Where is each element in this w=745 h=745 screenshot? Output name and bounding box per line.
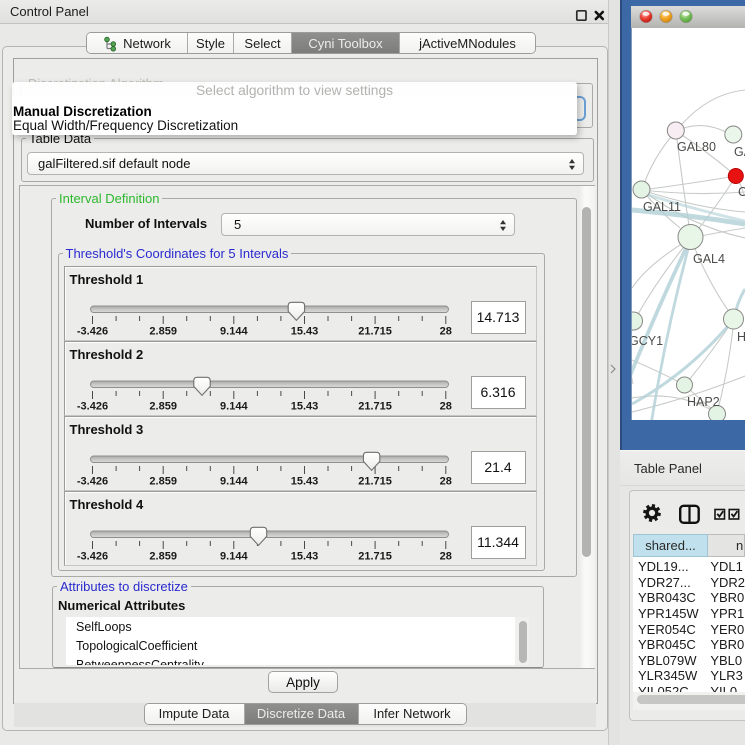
svg-text:GCY1: GCY1 xyxy=(632,334,663,348)
svg-text:GAL80: GAL80 xyxy=(677,140,716,154)
svg-text:HAP2: HAP2 xyxy=(687,395,720,409)
svg-text:GAL11: GAL11 xyxy=(643,200,681,214)
svg-text:H: H xyxy=(737,330,745,344)
svg-text:GAL4: GAL4 xyxy=(693,252,725,266)
svg-text:C: C xyxy=(738,185,745,199)
svg-text:GA: GA xyxy=(734,145,745,159)
